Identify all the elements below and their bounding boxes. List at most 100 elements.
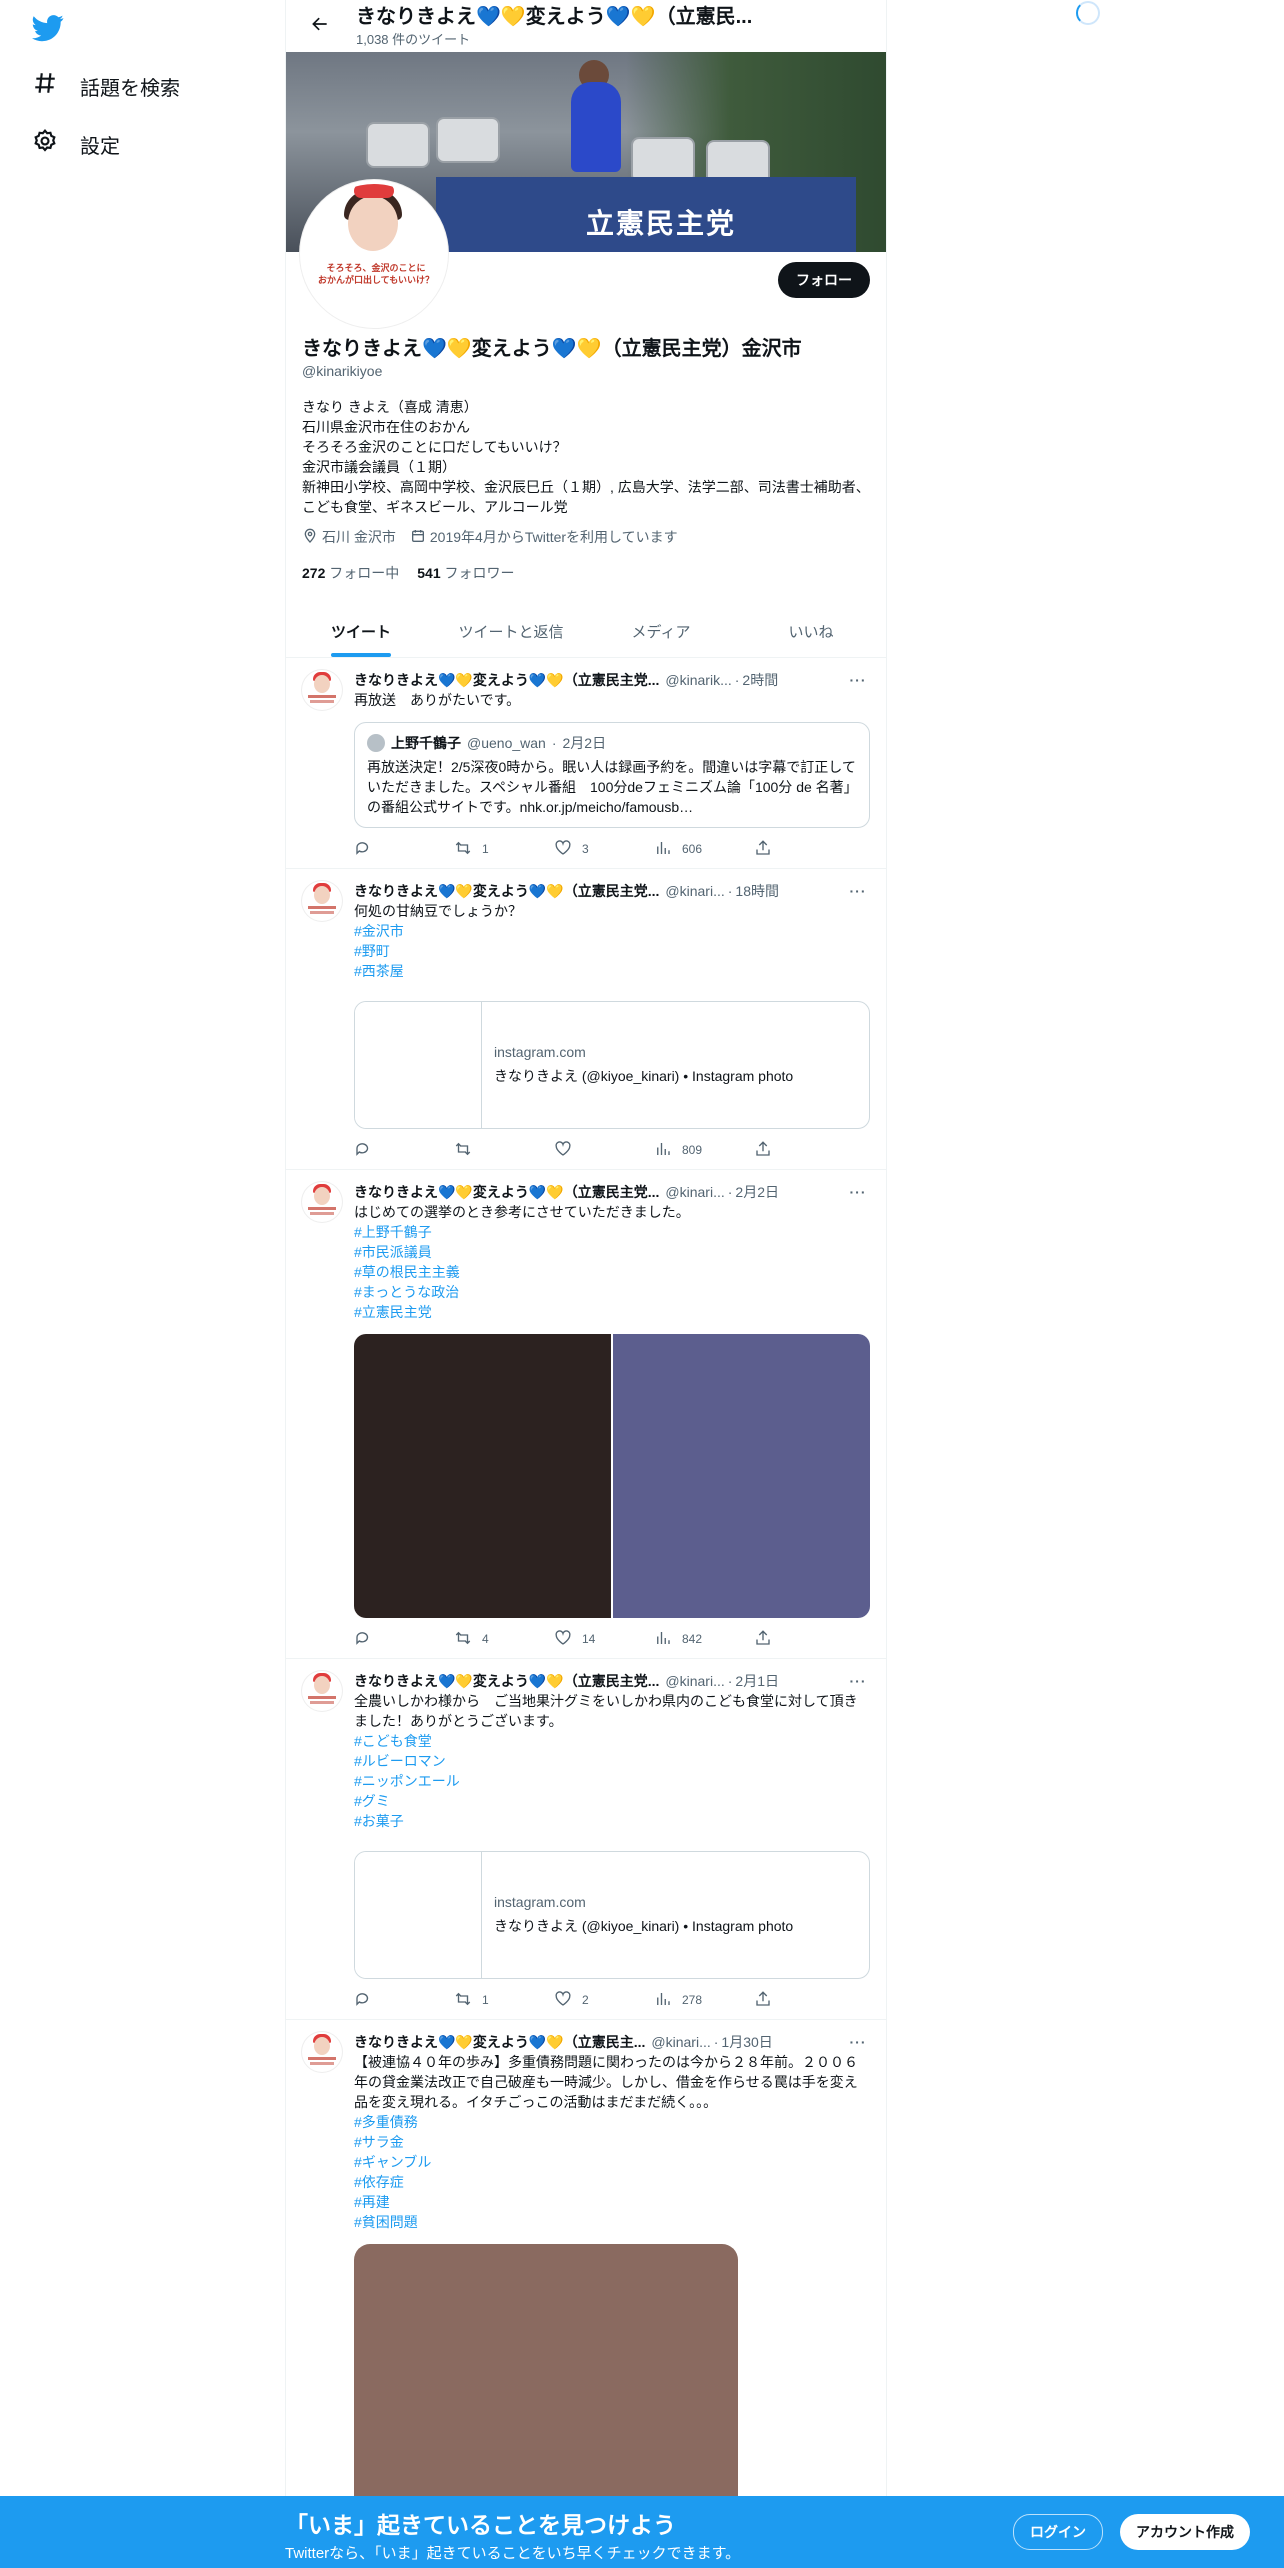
link-card[interactable]: instagram.com きなりきよえ (@kiyoe_kinari) • I… bbox=[354, 1851, 870, 1979]
tweet-author-handle[interactable]: @kinari... bbox=[665, 1184, 724, 1200]
tweet[interactable]: きなりきよえ💙💛変えよう💙💛（立憲民主党... @kinarik... · 2時… bbox=[286, 658, 886, 869]
share-button[interactable] bbox=[754, 1140, 854, 1161]
create-account-button[interactable]: アカウント作成 bbox=[1120, 2514, 1250, 2550]
tab-likes[interactable]: いいね bbox=[736, 605, 886, 657]
hashtag-link[interactable]: #立憲民主党 bbox=[354, 1302, 870, 1322]
tweet-photo[interactable] bbox=[354, 2244, 738, 2504]
tweet-avatar[interactable] bbox=[302, 1182, 342, 1222]
tweet-author-name[interactable]: きなりきよえ💙💛変えよう💙💛（立憲民主党... bbox=[354, 1671, 659, 1691]
tweet-author-handle[interactable]: @kinarik... bbox=[665, 672, 731, 688]
nav-explore[interactable]: 話題を検索 bbox=[32, 70, 180, 102]
share-button[interactable] bbox=[754, 1990, 854, 2011]
views-button[interactable]: 842 bbox=[654, 1629, 754, 1650]
profile-bio: きなり きよえ（喜成 清恵） 石川県金沢市在住のおかん そろそろ金沢のことに口だ… bbox=[302, 399, 870, 515]
more-icon[interactable]: ··· bbox=[846, 1184, 870, 1200]
tweet-author-name[interactable]: きなりきよえ💙💛変えよう💙💛（立憲民主党... bbox=[354, 1182, 659, 1202]
more-icon[interactable]: ··· bbox=[846, 883, 870, 899]
tweet-actions: 1 3 606 bbox=[354, 838, 870, 860]
heart-icon bbox=[554, 1629, 572, 1650]
hashtag-link[interactable]: #こども食堂 bbox=[354, 1731, 870, 1751]
retweet-button[interactable]: 1 bbox=[454, 1990, 554, 2011]
hashtag-link[interactable]: #まっとうな政治 bbox=[354, 1282, 870, 1302]
hashtag-link[interactable]: #西茶屋 bbox=[354, 961, 870, 981]
link-card[interactable]: instagram.com きなりきよえ (@kiyoe_kinari) • I… bbox=[354, 1001, 870, 1129]
tweet-avatar[interactable] bbox=[302, 881, 342, 921]
hashtag-link[interactable]: #ルビーロマン bbox=[354, 1751, 870, 1771]
hashtag-link[interactable]: #上野千鶴子 bbox=[354, 1222, 870, 1242]
tweet-time[interactable]: 2時間 bbox=[742, 670, 778, 690]
link-card-thumbnail bbox=[355, 1852, 482, 1978]
hashtag-link[interactable]: #金沢市 bbox=[354, 921, 870, 941]
profile-avatar[interactable]: そろそろ、金沢のことに おかんが口出してもいいけ？ bbox=[300, 180, 448, 328]
hashtag-link[interactable]: #サラ金 bbox=[354, 2132, 870, 2152]
tweet-hashtags: #こども食堂 #ルビーロマン #ニッポンエール #グミ #お菓子 bbox=[354, 1731, 870, 1831]
hashtag-link[interactable]: #お菓子 bbox=[354, 1811, 870, 1831]
like-button[interactable]: 2 bbox=[554, 1990, 654, 2011]
twitter-bird-icon[interactable] bbox=[32, 12, 64, 44]
followers-link[interactable]: 541 フォロワー bbox=[417, 563, 514, 583]
reply-button[interactable] bbox=[354, 839, 454, 860]
retweet-button[interactable] bbox=[454, 1140, 554, 1161]
tweet-author-name[interactable]: きなりきよえ💙💛変えよう💙💛（立憲民主党... bbox=[354, 670, 659, 690]
tweet[interactable]: きなりきよえ💙💛変えよう💙💛（立憲民主党... @kinari... · 2月2… bbox=[286, 1170, 886, 1659]
hashtag-link[interactable]: #ニッポンエール bbox=[354, 1771, 870, 1791]
login-button[interactable]: ログイン bbox=[1013, 2514, 1103, 2550]
like-button[interactable]: 14 bbox=[554, 1629, 654, 1650]
profile-handle: @kinarikiyoe bbox=[302, 363, 383, 379]
tweet-avatar[interactable] bbox=[302, 2032, 342, 2072]
quoted-tweet[interactable]: 上野千鶴子 @ueno_wan · 2月2日 再放送決定！2/5深夜0時から。眠… bbox=[354, 722, 870, 828]
hashtag-link[interactable]: #依存症 bbox=[354, 2172, 870, 2192]
tweet-author-handle[interactable]: @kinari... bbox=[665, 1673, 724, 1689]
tweet-avatar[interactable] bbox=[302, 670, 342, 710]
share-button[interactable] bbox=[754, 1629, 854, 1650]
nav-settings[interactable]: 設定 bbox=[32, 128, 120, 160]
following-label: フォロー中 bbox=[329, 565, 400, 581]
hashtag-link[interactable]: #草の根民主主義 bbox=[354, 1262, 870, 1282]
back-button[interactable] bbox=[302, 8, 338, 44]
hashtag-link[interactable]: #ギャンブル bbox=[354, 2152, 870, 2172]
follow-button[interactable]: フォロー bbox=[778, 262, 870, 298]
retweet-count: 4 bbox=[482, 1632, 489, 1646]
tweet[interactable]: きなりきよえ💙💛変えよう💙💛（立憲民主党... @kinari... · 2月1… bbox=[286, 1659, 886, 2020]
more-icon[interactable]: ··· bbox=[846, 2034, 870, 2050]
reply-button[interactable] bbox=[354, 1990, 454, 2011]
following-link[interactable]: 272 フォロー中 bbox=[302, 563, 399, 583]
tweet-photo[interactable] bbox=[354, 1334, 611, 1618]
share-button[interactable] bbox=[754, 839, 854, 860]
more-icon[interactable]: ··· bbox=[846, 672, 870, 688]
reply-button[interactable] bbox=[354, 1629, 454, 1650]
more-icon[interactable]: ··· bbox=[846, 1673, 870, 1689]
tweet-photo[interactable] bbox=[613, 1334, 870, 1618]
views-button[interactable]: 278 bbox=[654, 1990, 754, 2011]
tweet-time[interactable]: 18時間 bbox=[735, 881, 779, 901]
like-button[interactable] bbox=[554, 1140, 654, 1161]
tab-media[interactable]: メディア bbox=[586, 605, 736, 657]
tweet-author-name[interactable]: きなりきよえ💙💛変えよう💙💛（立憲民主... bbox=[354, 2032, 645, 2052]
tweet-author-handle[interactable]: @kinari... bbox=[651, 2034, 710, 2050]
tab-tweets[interactable]: ツイート bbox=[286, 605, 436, 657]
tweet[interactable]: きなりきよえ💙💛変えよう💙💛（立憲民主党... @kinari... · 18時… bbox=[286, 869, 886, 1170]
tweet[interactable]: きなりきよえ💙💛変えよう💙💛（立憲民主... @kinari... · 1月30… bbox=[286, 2020, 886, 2512]
tab-tweets-replies[interactable]: ツイートと返信 bbox=[436, 605, 586, 657]
hashtag-link[interactable]: #グミ bbox=[354, 1791, 870, 1811]
retweet-button[interactable]: 4 bbox=[454, 1629, 554, 1650]
hashtag-link[interactable]: #再建 bbox=[354, 2192, 870, 2212]
nav-explore-label: 話題を検索 bbox=[80, 77, 180, 100]
reply-button[interactable] bbox=[354, 1140, 454, 1161]
hashtag-link[interactable]: #野町 bbox=[354, 941, 870, 961]
views-button[interactable]: 809 bbox=[654, 1140, 754, 1161]
share-icon bbox=[754, 1140, 772, 1161]
tweet-author-handle[interactable]: @kinari... bbox=[665, 883, 724, 899]
tweet-time[interactable]: 2月1日 bbox=[735, 1671, 779, 1691]
views-button[interactable]: 606 bbox=[654, 839, 754, 860]
tweet-avatar[interactable] bbox=[302, 1671, 342, 1711]
like-button[interactable]: 3 bbox=[554, 839, 654, 860]
hashtag-link[interactable]: #多重債務 bbox=[354, 2112, 870, 2132]
tweet-time[interactable]: 1月30日 bbox=[721, 2032, 772, 2052]
hashtag-link[interactable]: #貧困問題 bbox=[354, 2212, 870, 2232]
hashtag-link[interactable]: #市民派議員 bbox=[354, 1242, 870, 1262]
tweet-time[interactable]: 2月2日 bbox=[735, 1182, 779, 1202]
tweet-author-name[interactable]: きなりきよえ💙💛変えよう💙💛（立憲民主党... bbox=[354, 881, 659, 901]
retweet-button[interactable]: 1 bbox=[454, 839, 554, 860]
heart-icon bbox=[554, 1140, 572, 1161]
